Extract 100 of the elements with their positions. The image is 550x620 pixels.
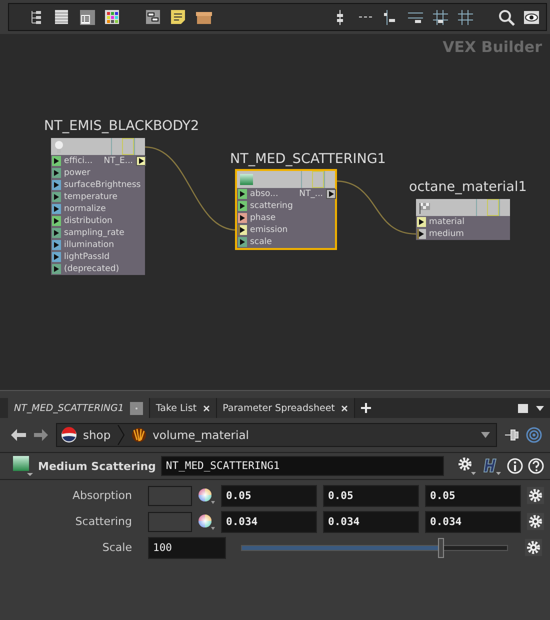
add-tab-icon[interactable]: [360, 403, 371, 413]
port-label: normalize: [64, 204, 106, 214]
input-port[interactable]: [52, 156, 61, 166]
grid-snap-icon[interactable]: [432, 8, 449, 26]
input-port[interactable]: [52, 216, 61, 226]
port-label: surfaceBrightness: [64, 180, 141, 190]
gear-icon[interactable]: [525, 539, 542, 556]
node-title: NT_EMIS_BLACKBODY2: [44, 118, 200, 135]
port-label: illumination: [64, 240, 114, 250]
pin-icon[interactable]: [503, 427, 520, 443]
target-icon[interactable]: [526, 427, 542, 443]
node-title: NT_MED_SCATTERING1: [230, 151, 386, 168]
path-segment[interactable]: shop: [83, 428, 111, 442]
thumbnail-view-icon[interactable]: [79, 8, 96, 26]
input-port[interactable]: [52, 240, 61, 250]
input-port[interactable]: [238, 201, 247, 211]
input-port[interactable]: [238, 189, 247, 199]
color-swatch[interactable]: [148, 486, 192, 506]
network-box-icon[interactable]: [145, 8, 162, 26]
network-type-label: VEX Builder: [442, 38, 542, 56]
input-port[interactable]: [52, 180, 61, 190]
slider-thumb[interactable]: [438, 538, 444, 558]
port-label: NT_...: [299, 189, 323, 199]
pane-tab[interactable]: Parameter Spreadsheet: [216, 398, 355, 418]
port-label: sampling_rate: [64, 228, 124, 238]
port-label: effici...: [64, 156, 93, 166]
color-wheel-icon[interactable]: [198, 514, 215, 530]
port-label: (deprecated): [64, 264, 120, 274]
port-label: material: [429, 217, 464, 227]
port-label: distribution: [64, 216, 112, 226]
grid-icon[interactable]: [457, 8, 474, 26]
color-wheel-icon[interactable]: [198, 488, 215, 504]
pane-layout-icon[interactable]: [518, 402, 528, 414]
gear-icon[interactable]: [527, 513, 544, 530]
parameter-label: Absorption: [71, 489, 132, 502]
checkered-flag-icon: [419, 201, 431, 214]
value-field[interactable]: 0.034: [425, 510, 521, 532]
input-port[interactable]: [52, 168, 61, 178]
sticky-note-icon[interactable]: [170, 8, 187, 26]
node-title: octane_material1: [409, 179, 527, 196]
input-port[interactable]: [417, 217, 426, 227]
port-label: abso...: [250, 189, 278, 199]
node-name-field[interactable]: NT_MED_SCATTERING1: [160, 456, 444, 476]
input-port[interactable]: [238, 225, 247, 235]
input-port[interactable]: [52, 228, 61, 238]
close-icon[interactable]: [130, 402, 143, 414]
search-icon[interactable]: [498, 8, 515, 26]
forward-arrow-icon[interactable]: [33, 427, 50, 443]
landscape-icon: [240, 174, 253, 185]
gear-icon[interactable]: [457, 456, 477, 476]
input-port[interactable]: [52, 204, 61, 214]
port-label: power: [64, 168, 90, 178]
node-body[interactable]: abso... NT_... scattering phase emission scale: [237, 171, 335, 248]
input-port[interactable]: [52, 192, 61, 202]
input-port[interactable]: [52, 264, 61, 274]
dropdown-arrow-icon[interactable]: [481, 432, 490, 438]
node-body[interactable]: material medium: [416, 199, 510, 240]
list-view-icon[interactable]: [54, 8, 71, 26]
color-swatch[interactable]: [148, 512, 192, 532]
input-port[interactable]: [52, 252, 61, 262]
close-icon[interactable]: [202, 404, 210, 412]
pane-tab[interactable]: NT_MED_SCATTERING1: [8, 398, 150, 418]
input-port[interactable]: [238, 213, 247, 223]
parameter-label: Scale: [101, 541, 132, 554]
color-palette-icon[interactable]: [104, 8, 121, 26]
output-port[interactable]: [136, 156, 146, 166]
parameter-label: Scattering: [74, 515, 132, 528]
h-logo-icon[interactable]: [482, 456, 502, 476]
close-icon[interactable]: [340, 404, 348, 412]
input-port[interactable]: [238, 237, 247, 247]
landscape-icon[interactable]: [13, 456, 33, 476]
info-icon[interactable]: [507, 458, 523, 474]
back-arrow-icon[interactable]: [10, 427, 27, 443]
port-label: scale: [250, 237, 272, 247]
pane-tab[interactable]: Take List: [150, 398, 217, 418]
path-segment[interactable]: volume_material: [152, 428, 249, 442]
port-label: NT_E...: [104, 156, 133, 166]
value-field[interactable]: 0.05: [425, 484, 521, 506]
value-field[interactable]: 0.034: [221, 510, 317, 532]
eye-icon[interactable]: [523, 8, 540, 26]
gear-icon[interactable]: [527, 487, 544, 504]
ball-icon: [61, 427, 77, 443]
slider-track[interactable]: [238, 536, 511, 558]
output-port[interactable]: [326, 189, 336, 199]
help-icon[interactable]: [528, 458, 544, 474]
port-label: medium: [429, 229, 464, 239]
value-field[interactable]: 0.034: [323, 510, 419, 532]
node-body[interactable]: effici... NT_E... power surfaceBrightness temperature normalize distribution sampling_rate illumination lightPassId (deprecated): [51, 138, 145, 275]
input-port[interactable]: [417, 229, 426, 239]
node-type-label: Medium Scattering: [38, 460, 156, 472]
value-field[interactable]: 0.05: [221, 484, 317, 506]
port-label: lightPassId: [64, 252, 110, 262]
port-label: temperature: [64, 192, 118, 202]
port-label: phase: [250, 213, 276, 223]
value-field[interactable]: 0.05: [323, 484, 419, 506]
port-label: scattering: [250, 201, 293, 211]
striped-orb-icon: [130, 427, 147, 443]
dropdown-arrow-icon[interactable]: [536, 406, 544, 410]
value-field[interactable]: 100: [148, 536, 226, 558]
port-label: emission: [250, 225, 288, 235]
